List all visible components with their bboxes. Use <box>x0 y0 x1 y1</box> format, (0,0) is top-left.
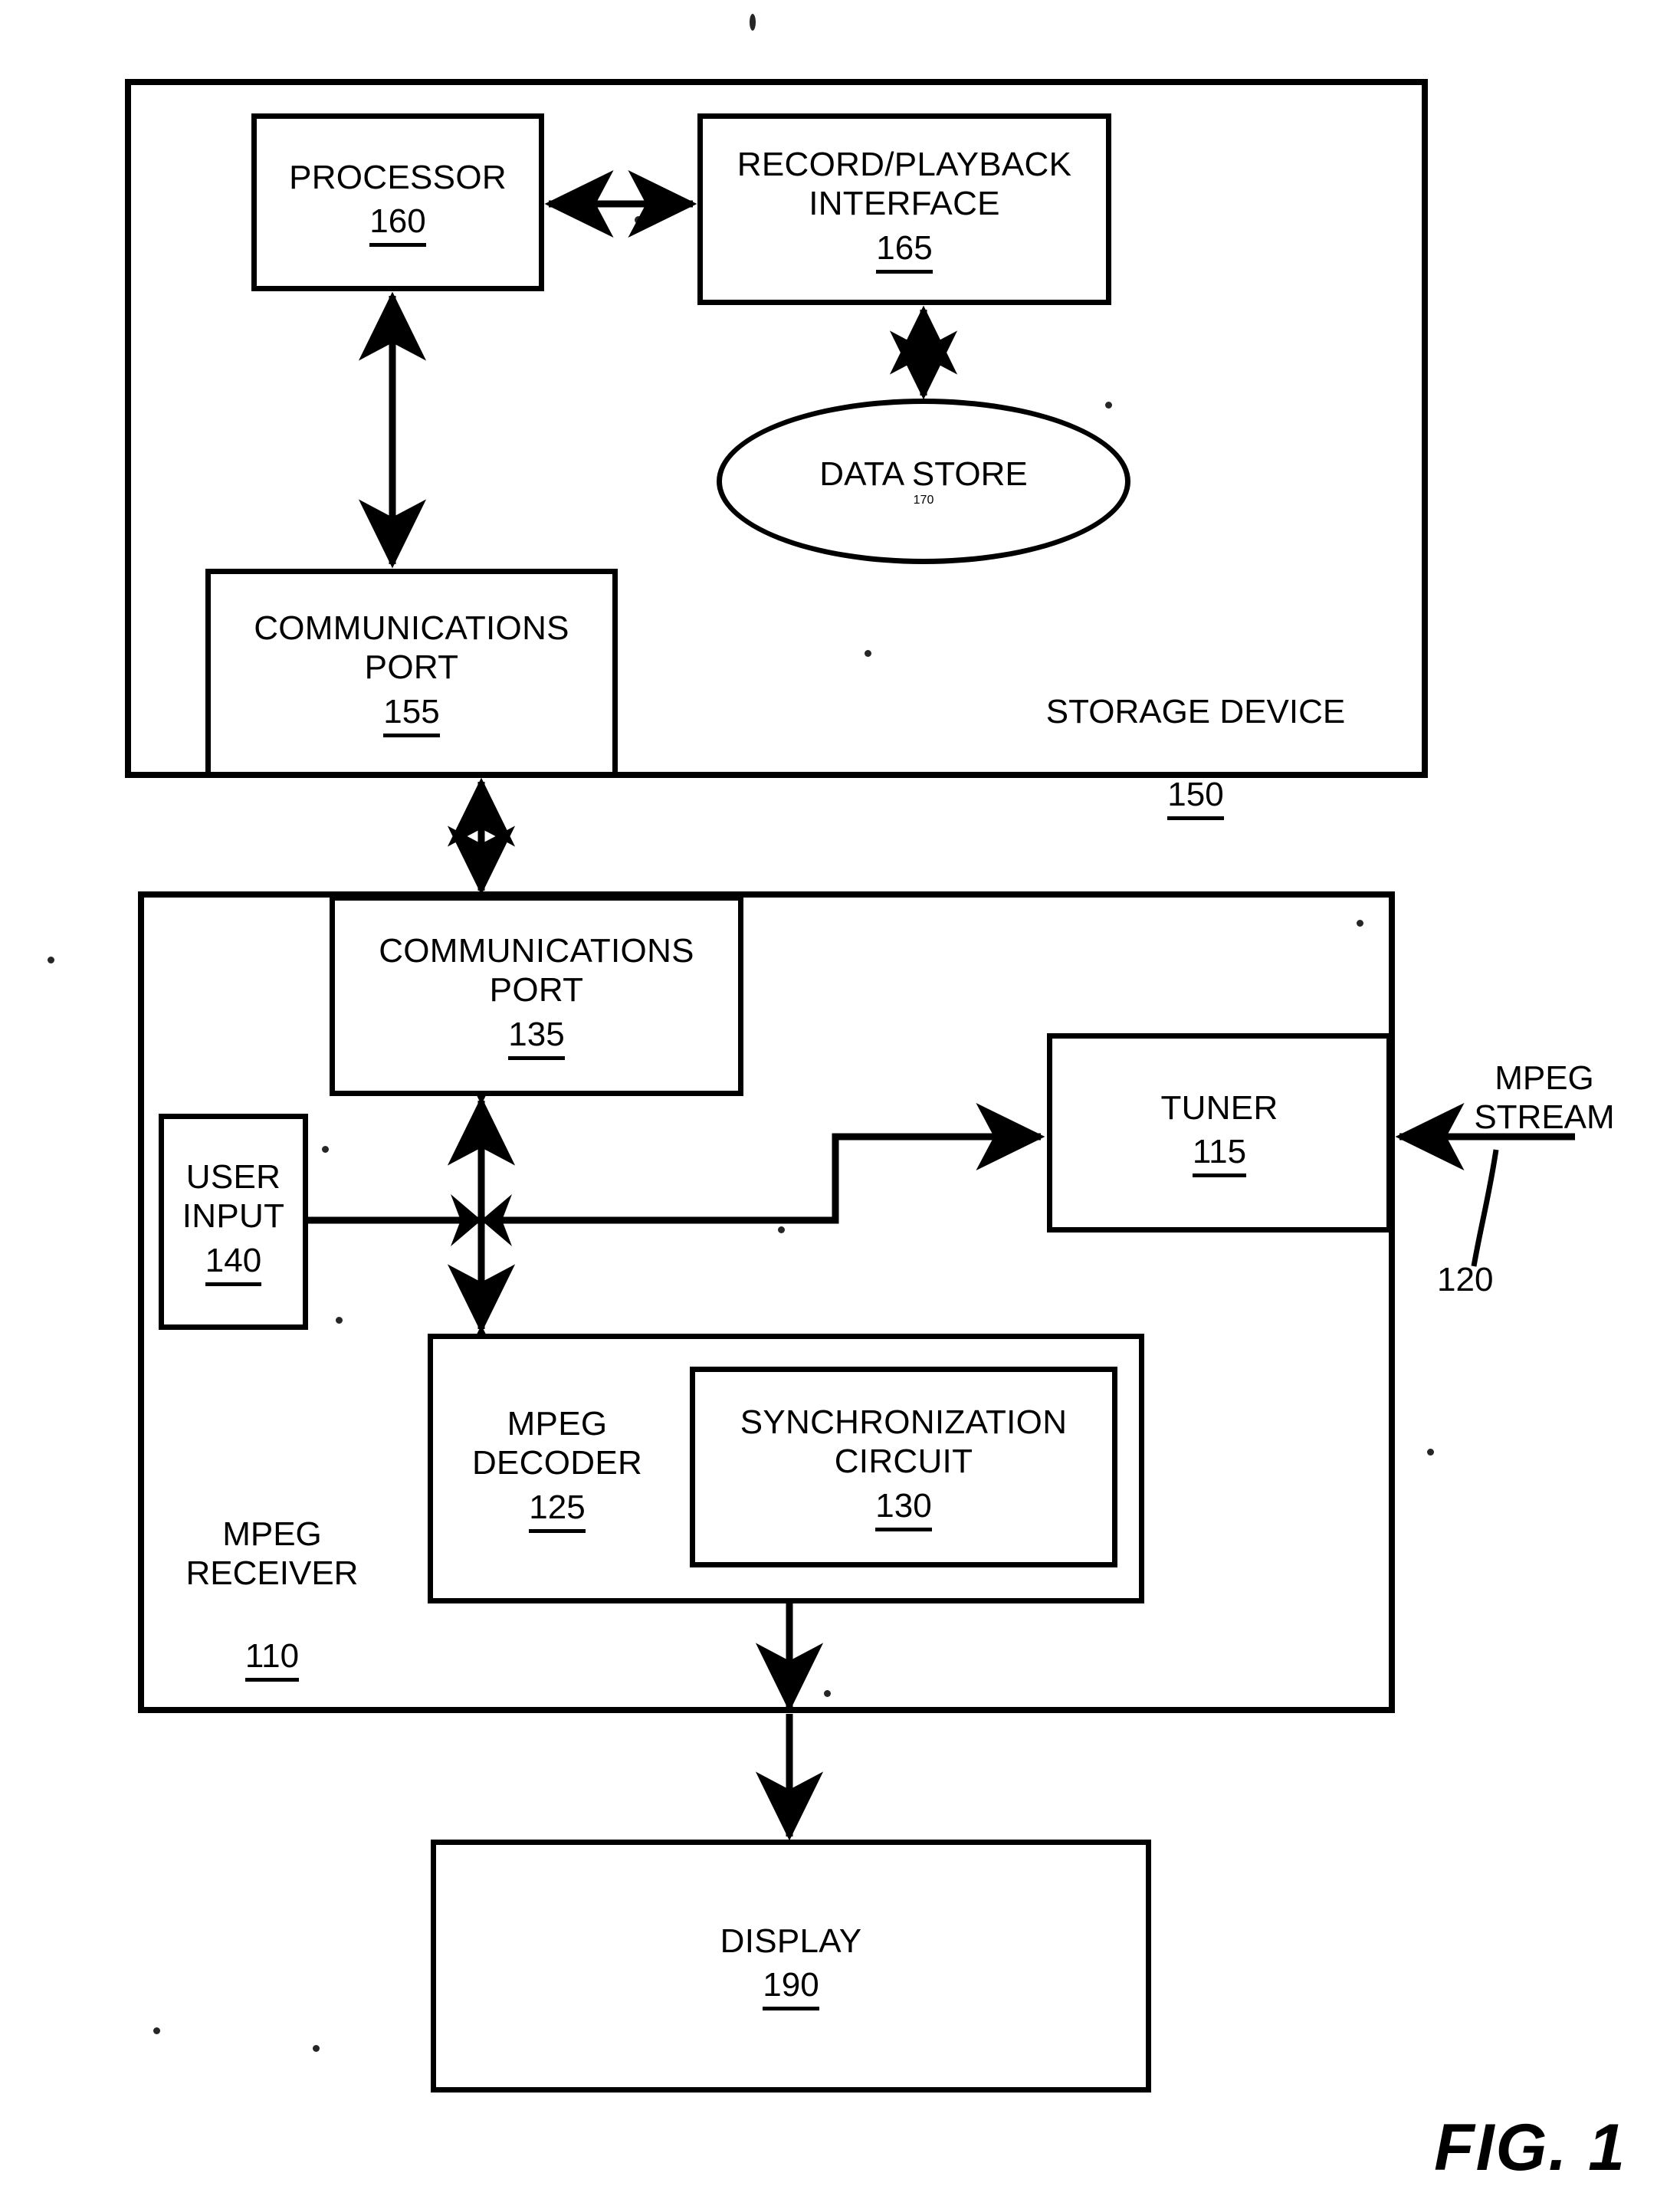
mpeg-stream-label: MPEG STREAM <box>1474 1059 1615 1137</box>
arrow-user-input-to-bus <box>307 1194 540 1246</box>
receiver-comm-port-box[interactable]: COMMUNICATIONS PORT 135 <box>330 895 743 1096</box>
mpeg-stream-leader-line <box>1471 1149 1499 1267</box>
synchronization-circuit-ref: 130 <box>875 1486 932 1531</box>
record-playback-interface-box[interactable]: RECORD/PLAYBACK INTERFACE 165 <box>697 113 1111 305</box>
figure-caption: FIG. 1 <box>1434 2111 1626 2184</box>
data-store-label: DATA STORE <box>819 455 1028 493</box>
data-store-ellipse[interactable]: DATA STORE 170 <box>717 399 1130 564</box>
user-input-ref: 140 <box>205 1241 262 1286</box>
processor-ref: 160 <box>369 202 426 248</box>
storage-device-caption: STORAGE DEVICE 150 <box>1019 653 1372 821</box>
mpeg-stream-caption: MPEG STREAM <box>1437 1019 1652 1137</box>
mpeg-decoder-label: MPEG DECODER <box>471 1405 643 1482</box>
tuner-ref: 115 <box>1192 1132 1247 1178</box>
mpeg-receiver-ref: 110 <box>244 1636 300 1682</box>
tuner-label: TUNER <box>1160 1088 1278 1127</box>
synchronization-circuit-box[interactable]: SYNCHRONIZATION CIRCUIT 130 <box>690 1367 1117 1567</box>
storage-comm-port-ref: 155 <box>383 692 440 737</box>
record-playback-interface-ref: 165 <box>876 228 933 274</box>
arrow-bus-to-tuner <box>540 1102 1045 1224</box>
storage-device-ref: 150 <box>1167 775 1224 821</box>
storage-device-label: STORAGE DEVICE <box>1045 693 1346 731</box>
tuner-box[interactable]: TUNER 115 <box>1047 1033 1392 1233</box>
mpeg-decoder-ref: 125 <box>529 1488 586 1533</box>
record-playback-interface-label: RECORD/PLAYBACK INTERFACE <box>737 146 1072 223</box>
receiver-comm-port-label: COMMUNICATIONS PORT <box>379 932 694 1009</box>
display-label: DISPLAY <box>720 1922 862 1960</box>
mpeg-receiver-label: MPEG RECEIVER <box>185 1515 359 1593</box>
user-input-box[interactable]: USER INPUT 140 <box>159 1114 308 1330</box>
processor-label: PROCESSOR <box>289 158 507 196</box>
arrow-mpeg-stream-to-tuner <box>1395 1102 1575 1267</box>
processor-box[interactable]: PROCESSOR 160 <box>251 113 544 291</box>
data-store-ref: 170 <box>913 494 934 507</box>
receiver-comm-port-ref: 135 <box>508 1015 565 1060</box>
figure-canvas: PROCESSOR 160 RECORD/PLAYBACK INTERFACE … <box>0 0 1680 2209</box>
mpeg-decoder-caption: MPEG DECODER 125 <box>442 1404 672 1533</box>
mpeg-receiver-caption: MPEG RECEIVER 110 <box>157 1475 387 1682</box>
display-ref: 190 <box>763 1965 819 2011</box>
synchronization-circuit-label: SYNCHRONIZATION CIRCUIT <box>740 1403 1068 1481</box>
user-input-label: USER INPUT <box>182 1158 285 1236</box>
display-box[interactable]: DISPLAY 190 <box>431 1840 1151 2092</box>
storage-comm-port-label: COMMUNICATIONS PORT <box>254 609 569 687</box>
storage-comm-port-box[interactable]: COMMUNICATIONS PORT 155 <box>205 569 618 777</box>
mpeg-stream-ref: 120 <box>1437 1261 1494 1298</box>
